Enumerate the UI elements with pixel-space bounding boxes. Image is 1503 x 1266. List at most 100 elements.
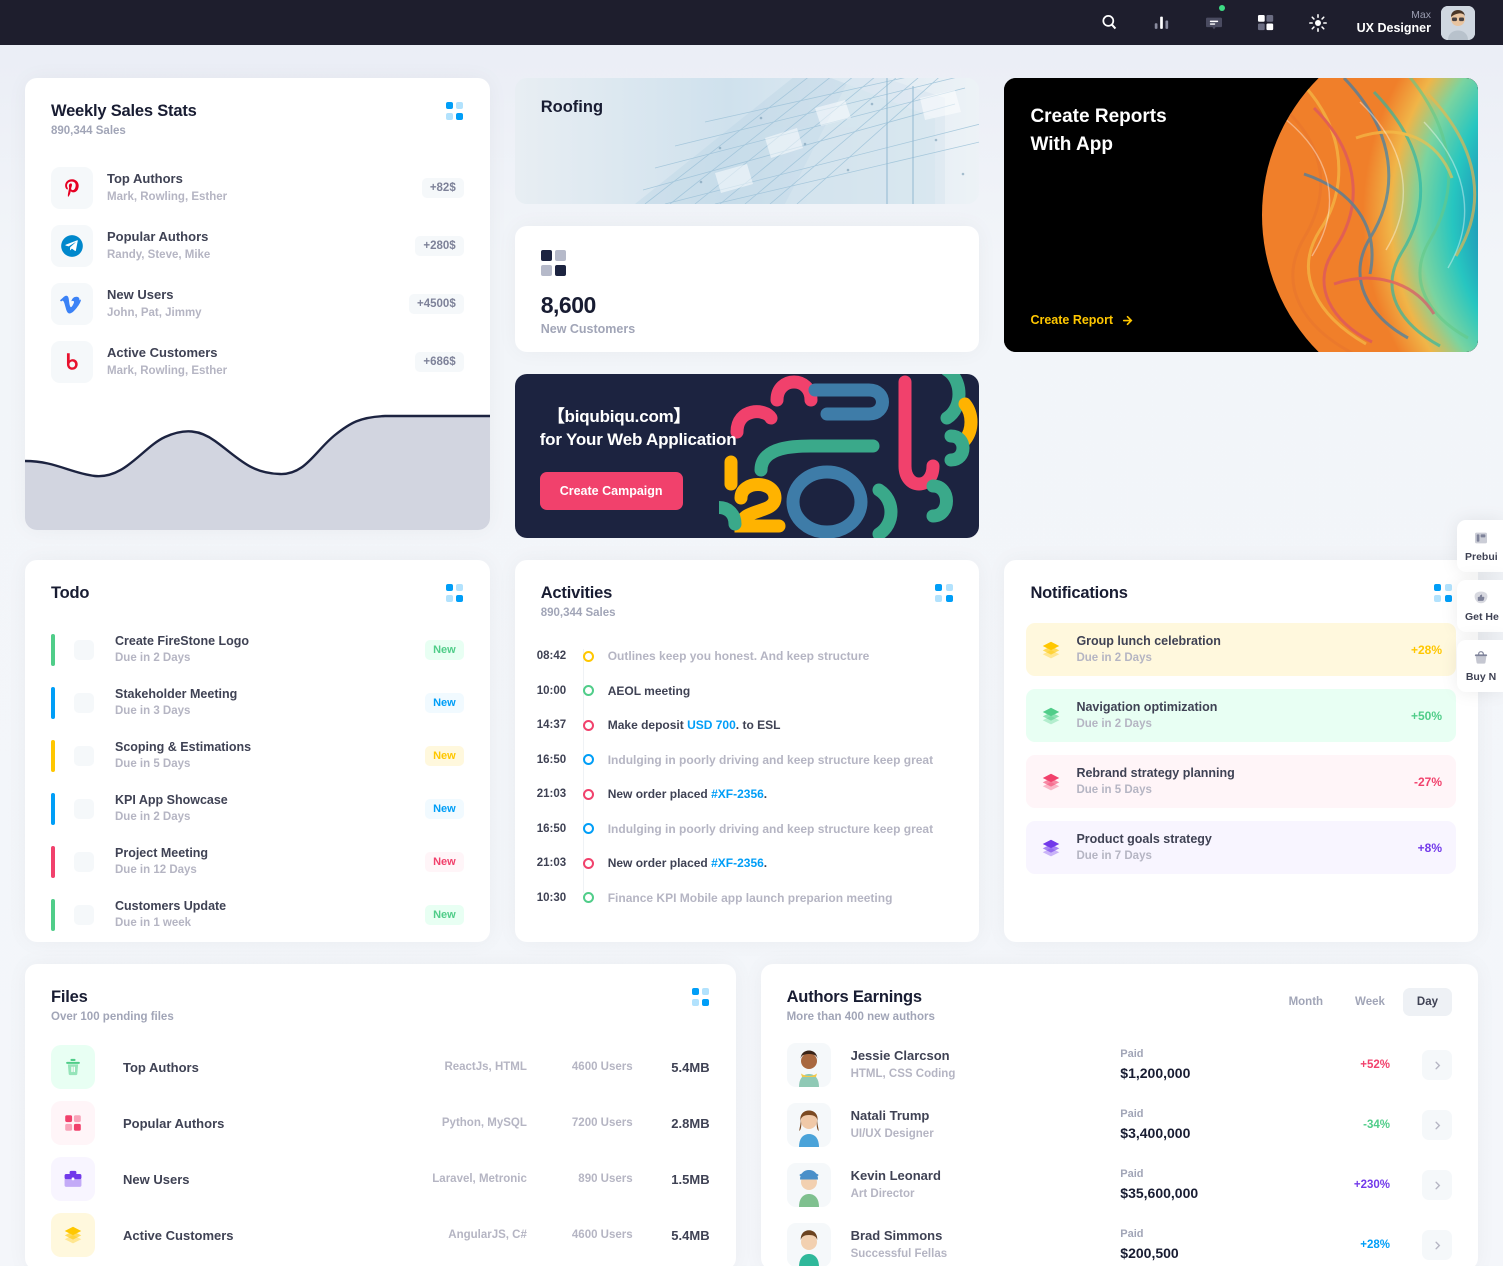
chat-bubble-icon[interactable]: [1197, 4, 1231, 40]
list-item[interactable]: 16:50 Indulging in poorly driving and ke…: [537, 812, 954, 847]
list-item-text: Rebrand strategy planning Due in 5 Days: [1076, 765, 1414, 798]
todo-checkbox[interactable]: [74, 798, 94, 819]
chat-unread-badge: [1218, 4, 1225, 11]
author-paid: Paid $200,500: [1120, 1227, 1300, 1263]
avatar-brad: [786, 1223, 831, 1266]
todo-checkbox[interactable]: [74, 692, 94, 713]
activity-time: 10:30: [536, 891, 567, 904]
tab-day[interactable]: Day: [1402, 988, 1452, 1016]
bar-chart-icon[interactable]: [1145, 6, 1179, 40]
list-item[interactable]: KPI App Showcase Due in 2 Days New: [51, 782, 464, 835]
activity-text: New order placed #XF-2356.: [607, 787, 768, 802]
list-item-text: Popular Authors Randy, Steve, Mike: [107, 229, 415, 263]
page-title: Weekly Sales Stats: [51, 102, 197, 120]
table-row[interactable]: Top Authors ReactJs, HTML 4600 Users 5.4…: [25, 1039, 736, 1095]
list-item[interactable]: Stakeholder Meeting Due in 3 Days New: [51, 676, 464, 729]
activity-link[interactable]: #XF-2356: [711, 787, 764, 801]
layers-icon: [1043, 707, 1060, 724]
list-item[interactable]: 10:30 Finance KPI Mobile app launch prep…: [537, 881, 954, 916]
list-item[interactable]: Customers Update Due in 1 week New: [51, 888, 464, 941]
list-item-subtitle: Due in 5 Days: [1076, 784, 1152, 797]
dots-grid-icon[interactable]: [445, 102, 464, 120]
create-campaign-button[interactable]: Create Campaign: [539, 472, 683, 510]
list-item-text: New Users John, Pat, Jimmy: [107, 287, 409, 321]
table-row[interactable]: Natali Trump UI/UX Designer Paid $3,400,…: [761, 1095, 1478, 1155]
layers-icon: [1043, 839, 1060, 856]
buy-now-button[interactable]: Buy N: [1457, 640, 1503, 692]
list-item[interactable]: New Users John, Pat, Jimmy +4500$: [51, 275, 464, 333]
dots-grid-icon[interactable]: [691, 988, 710, 1006]
table-row[interactable]: New Users Laravel, Metronic 890 Users 1.…: [25, 1151, 736, 1207]
timeline-dot: [582, 754, 594, 766]
center-column: Roofing 8,600 New Customers 【biqubiqu.co…: [514, 78, 980, 538]
status-badge: New: [425, 798, 464, 819]
list-item[interactable]: Top Authors Mark, Rowling, Esther +82$: [51, 159, 464, 217]
list-item-subtitle: Due in 3 Days: [115, 705, 191, 718]
list-item[interactable]: Rebrand strategy planning Due in 5 Days …: [1026, 755, 1456, 808]
notifications-list: Group lunch celebration Due in 2 Days +2…: [1004, 603, 1478, 874]
list-item[interactable]: Create FireStone Logo Due in 2 Days New: [51, 623, 464, 676]
list-item[interactable]: 10:00 AEOL meeting: [537, 674, 954, 709]
author-name: Natali Trump: [850, 1108, 930, 1124]
list-item-subtitle: Mark, Rowling, Esther: [107, 190, 228, 203]
avatar[interactable]: [1441, 5, 1475, 40]
dots-grid-icon[interactable]: [1434, 584, 1452, 602]
activity-text: Make deposit USD 700. to ESL: [607, 718, 781, 733]
user-menu[interactable]: Max UX Designer: [1357, 5, 1475, 40]
brightness-icon[interactable]: [1301, 6, 1335, 40]
tab-week[interactable]: Week: [1341, 988, 1399, 1016]
todo-checkbox[interactable]: [74, 904, 94, 925]
roofing-card[interactable]: Roofing: [514, 78, 980, 204]
chevron-right-icon[interactable]: [1422, 1110, 1452, 1140]
file-tech: AngularJS, C#: [448, 1229, 527, 1241]
layers-icon: [1043, 641, 1060, 658]
list-item-text: Product goals strategy Due in 7 Days: [1076, 831, 1417, 864]
activity-text: Indulging in poorly driving and keep str…: [607, 821, 934, 836]
activity-link[interactable]: #XF-2356: [711, 856, 764, 870]
chevron-right-icon[interactable]: [1422, 1170, 1452, 1200]
status-badge: New: [425, 692, 464, 713]
chevron-right-icon[interactable]: [1422, 1050, 1452, 1080]
new-customers-value: 8,600: [540, 292, 597, 318]
table-row[interactable]: Active Customers AngularJS, C# 4600 User…: [25, 1207, 736, 1263]
create-report-link[interactable]: Create Report: [1030, 313, 1134, 327]
table-row[interactable]: Jessie Clarcson HTML, CSS Coding Paid $1…: [761, 1035, 1478, 1095]
list-item[interactable]: Scoping & Estimations Due in 5 Days New: [51, 729, 464, 782]
prebuilt-button[interactable]: Prebui: [1457, 520, 1503, 572]
table-row[interactable]: Kevin Leonard Art Director Paid $35,600,…: [761, 1155, 1478, 1215]
file-size: 5.4MB: [671, 1227, 710, 1243]
table-row[interactable]: Brad Simmons Successful Fellas Paid $200…: [761, 1215, 1478, 1266]
list-item[interactable]: Navigation optimization Due in 2 Days +5…: [1026, 689, 1456, 742]
list-item[interactable]: Popular Authors Randy, Steve, Mike +280$: [51, 217, 464, 275]
search-icon[interactable]: [1093, 6, 1127, 40]
avatar-natali: [786, 1103, 831, 1147]
activity-link[interactable]: USD 700: [687, 718, 736, 732]
status-badge: New: [425, 745, 464, 766]
list-item[interactable]: 21:03 New order placed #XF-2356.: [537, 846, 954, 881]
list-item[interactable]: Group lunch celebration Due in 2 Days +2…: [1026, 623, 1456, 676]
paid-label: Paid: [1120, 1048, 1144, 1061]
todo-checkbox[interactable]: [74, 745, 94, 766]
list-item[interactable]: 21:03 New order placed #XF-2356.: [537, 777, 954, 812]
dots-grid-icon[interactable]: [445, 584, 464, 602]
dots-grid-icon[interactable]: [935, 584, 953, 602]
list-item[interactable]: 14:37 Make deposit USD 700. to ESL: [537, 708, 954, 743]
status-badge: +4500$: [409, 294, 464, 314]
get-help-button[interactable]: Get He: [1457, 580, 1503, 632]
activities-header: Activities 890,344 Sales: [515, 560, 980, 619]
tab-month[interactable]: Month: [1275, 988, 1337, 1016]
files-title: Files: [51, 988, 88, 1006]
list-item[interactable]: 08:42 Outlines keep you honest. And keep…: [537, 639, 954, 674]
status-badge: +230%: [1353, 1179, 1390, 1191]
chevron-right-icon[interactable]: [1422, 1230, 1452, 1260]
todo-checkbox[interactable]: [74, 851, 94, 872]
list-item[interactable]: Product goals strategy Due in 7 Days +8%: [1026, 821, 1456, 874]
apps-grid-icon[interactable]: [1249, 6, 1283, 40]
list-item-title: Stakeholder Meeting: [115, 686, 238, 701]
list-item[interactable]: Project Meeting Due in 12 Days New: [51, 835, 464, 888]
file-size: 1.5MB: [671, 1171, 710, 1187]
todo-checkbox[interactable]: [74, 639, 94, 660]
table-row[interactable]: Popular Authors Python, MySQL 7200 Users…: [25, 1095, 736, 1151]
list-item-title: Scoping & Estimations: [115, 739, 252, 754]
list-item[interactable]: 16:50 Indulging in poorly driving and ke…: [537, 743, 954, 778]
